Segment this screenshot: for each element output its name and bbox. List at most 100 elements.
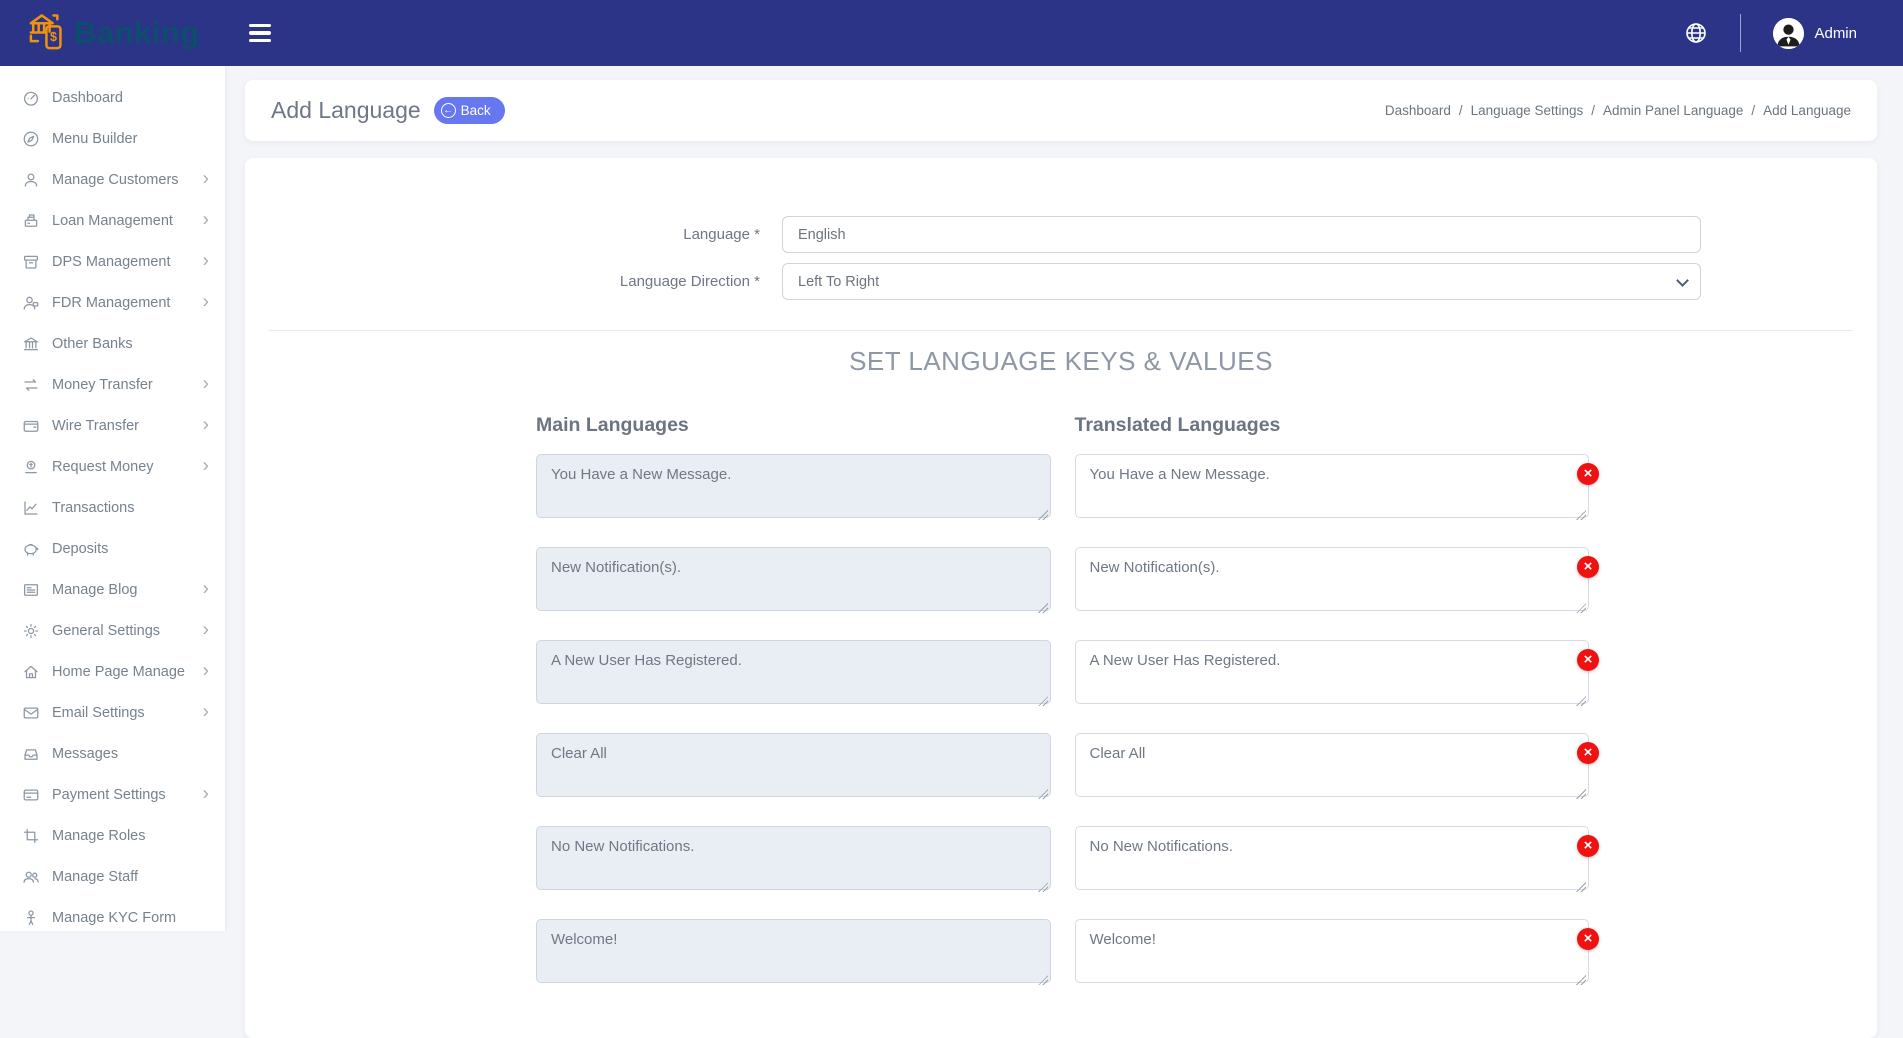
language-label: Language *: [245, 226, 782, 243]
sidebar-item-fdr-management[interactable]: FDR Management ›: [0, 282, 225, 323]
translated-language-textarea[interactable]: No New Notifications.: [1075, 826, 1590, 890]
breadcrumb-separator: /: [1591, 103, 1595, 118]
breadcrumb: Dashboard / Language Settings / Admin Panel …: [1385, 103, 1851, 118]
breadcrumb-item[interactable]: Language Settings: [1471, 103, 1584, 118]
language-globe-icon[interactable]: [1684, 21, 1708, 45]
sidebar-item-other-banks[interactable]: Other Banks: [0, 323, 225, 364]
chevron-right-icon: ›: [203, 456, 209, 475]
bank-phone-logo-icon: $: [26, 10, 70, 57]
translated-language-textarea[interactable]: A New User Has Registered.: [1075, 640, 1590, 704]
sidebar-item-wire-transfer[interactable]: Wire Transfer ›: [0, 405, 225, 446]
delete-row-button[interactable]: ×: [1577, 556, 1599, 578]
gauge-icon: [19, 89, 43, 107]
inbox-icon: [19, 745, 43, 763]
main-language-textarea: Clear All: [536, 733, 1051, 797]
sidebar-item-manage-blog[interactable]: Manage Blog ›: [0, 569, 225, 610]
language-key-row: No New Notifications. No New Notificatio…: [536, 826, 1589, 895]
sidebar-item-request-money[interactable]: Request Money ›: [0, 446, 225, 487]
envelope-icon: [19, 704, 43, 722]
keys-values-heading: SET LANGUAGE KEYS & VALUES: [245, 346, 1877, 377]
sidebar-item-home-page-manage[interactable]: Home Page Manage ›: [0, 651, 225, 692]
language-key-row: Clear All Clear All ×: [536, 733, 1589, 802]
svg-text:$: $: [50, 30, 57, 44]
piggy-bank-icon: [19, 540, 43, 558]
banking-logo[interactable]: $ Banking: [0, 10, 225, 57]
sidebar-item-deposits[interactable]: Deposits: [0, 528, 225, 569]
sidebar-item-manage-staff[interactable]: Manage Staff: [0, 856, 225, 897]
main-language-textarea: No New Notifications.: [536, 826, 1051, 890]
sidebar-item-payment-settings[interactable]: Payment Settings ›: [0, 774, 225, 815]
back-button[interactable]: ← Back: [434, 97, 505, 124]
delete-row-button[interactable]: ×: [1577, 928, 1599, 950]
breadcrumb-item[interactable]: Add Language: [1763, 103, 1851, 118]
sidebar-item-email-settings[interactable]: Email Settings ›: [0, 692, 225, 733]
money-check-icon: [19, 458, 43, 476]
arrow-left-icon: ←: [441, 103, 456, 118]
main-languages-header: Main Languages: [536, 414, 1051, 437]
sidebar-item-menu-builder[interactable]: Menu Builder: [0, 118, 225, 159]
sidebar-item-transactions[interactable]: Transactions: [0, 487, 225, 528]
cogs-icon: [19, 622, 43, 640]
user-icon: [19, 171, 43, 189]
delete-row-button[interactable]: ×: [1577, 742, 1599, 764]
delete-row-button[interactable]: ×: [1577, 649, 1599, 671]
chevron-right-icon: ›: [203, 251, 209, 270]
archive-icon: [19, 253, 43, 271]
admin-label[interactable]: Admin: [1814, 25, 1857, 42]
breadcrumb-separator: /: [1459, 103, 1463, 118]
main-language-textarea: A New User Has Registered.: [536, 640, 1051, 704]
add-language-card: Language * Language Direction * Left To …: [245, 158, 1877, 1038]
translated-language-textarea[interactable]: You Have a New Message.: [1075, 454, 1590, 518]
chevron-right-icon: ›: [203, 702, 209, 721]
chart-line-icon: [19, 499, 43, 517]
translated-language-textarea[interactable]: Clear All: [1075, 733, 1590, 797]
language-key-row: A New User Has Registered. A New User Ha…: [536, 640, 1589, 709]
wallet-icon: [19, 417, 43, 435]
sidebar-item-loan-management[interactable]: Loan Management ›: [0, 200, 225, 241]
chevron-right-icon: ›: [203, 661, 209, 680]
home-icon: [19, 663, 43, 681]
bank-icon: [19, 335, 43, 353]
breadcrumb-separator: /: [1751, 103, 1755, 118]
chevron-right-icon: ›: [203, 374, 209, 393]
sidebar: Dashboard Menu Builder Manage Customers …: [0, 66, 225, 931]
cash-register-icon: [19, 212, 43, 230]
chevron-right-icon: ›: [203, 210, 209, 229]
language-direction-select[interactable]: Left To Right: [782, 263, 1701, 300]
chevron-right-icon: ›: [203, 579, 209, 598]
sidebar-item-manage-customers[interactable]: Manage Customers ›: [0, 159, 225, 200]
sidebar-item-dps-management[interactable]: DPS Management ›: [0, 241, 225, 282]
sidebar-item-dashboard[interactable]: Dashboard: [0, 77, 225, 118]
sidebar-toggle-button[interactable]: [249, 24, 271, 43]
delete-row-button[interactable]: ×: [1577, 463, 1599, 485]
crop-icon: [19, 827, 43, 845]
brand-name: Banking: [74, 15, 200, 51]
navbar-divider: [1740, 14, 1741, 52]
language-direction-label: Language Direction *: [245, 273, 782, 290]
sidebar-item-messages[interactable]: Messages: [0, 733, 225, 774]
exchange-icon: [19, 376, 43, 394]
translated-language-textarea[interactable]: Welcome!: [1075, 919, 1590, 983]
users-icon: [19, 868, 43, 886]
sidebar-item-general-settings[interactable]: General Settings ›: [0, 610, 225, 651]
delete-row-button[interactable]: ×: [1577, 835, 1599, 857]
translated-language-textarea[interactable]: New Notification(s).: [1075, 547, 1590, 611]
credit-card-icon: [19, 786, 43, 804]
breadcrumb-item[interactable]: Admin Panel Language: [1603, 103, 1743, 118]
main-language-textarea: Welcome!: [536, 919, 1051, 983]
top-navbar: $ Banking Admin: [0, 0, 1903, 66]
translated-languages-header: Translated Languages: [1075, 414, 1590, 437]
user-tag-icon: [19, 294, 43, 312]
chevron-right-icon: ›: [203, 784, 209, 803]
admin-avatar[interactable]: [1773, 18, 1804, 49]
chevron-right-icon: ›: [203, 415, 209, 434]
sidebar-item-manage-roles[interactable]: Manage Roles: [0, 815, 225, 856]
person-icon: [19, 909, 43, 927]
page-title: Add Language: [271, 97, 421, 124]
sidebar-item-money-transfer[interactable]: Money Transfer ›: [0, 364, 225, 405]
language-input[interactable]: [782, 216, 1701, 253]
language-key-row: Welcome! Welcome! ×: [536, 919, 1589, 988]
breadcrumb-item[interactable]: Dashboard: [1385, 103, 1451, 118]
main-language-textarea: New Notification(s).: [536, 547, 1051, 611]
newspaper-icon: [19, 581, 43, 599]
